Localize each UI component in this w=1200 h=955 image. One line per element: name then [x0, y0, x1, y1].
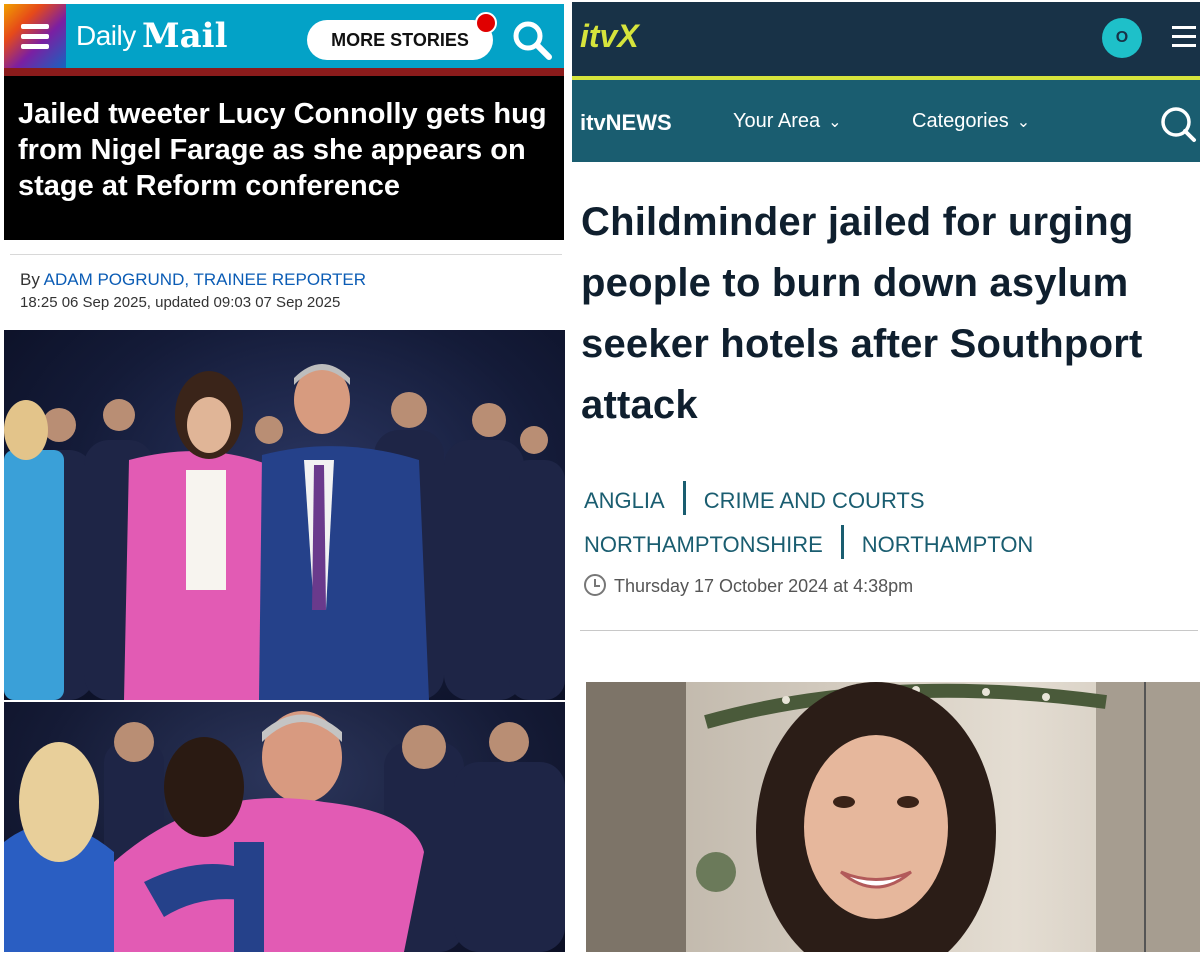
article-headline: Childminder jailed for urging people to … — [581, 200, 1143, 427]
stage-photo-illustration — [4, 364, 565, 700]
byline: By ADAM POGRUND, TRAINEE REPORTER — [20, 270, 366, 290]
menu-line — [1172, 44, 1196, 47]
article-photo-stage[interactable] — [4, 330, 565, 700]
nav-your-area[interactable]: Your Area ⌄ — [733, 110, 842, 133]
timestamp-text: Thursday 17 October 2024 at 4:38pm — [614, 576, 914, 596]
article-timestamp: Thursday 17 October 2024 at 4:38pm — [584, 574, 914, 598]
tag-northamptonshire[interactable]: NORTHAMPTONSHIRE — [584, 532, 823, 557]
chevron-down-icon: ⌄ — [828, 114, 842, 131]
more-stories-button[interactable]: MORE STORIES — [307, 20, 493, 60]
search-icon[interactable] — [1158, 104, 1198, 144]
daily-mail-logo-mail[interactable]: Mail — [142, 16, 228, 56]
itv-news-logo[interactable]: itvNEWS — [580, 110, 672, 136]
hamburger-menu-icon[interactable] — [1172, 24, 1196, 48]
menu-button[interactable] — [4, 4, 66, 68]
menu-line — [1172, 26, 1196, 29]
photo-frame-edge — [1144, 682, 1146, 952]
portrait-photo-illustration — [586, 682, 1200, 952]
notification-dot — [475, 12, 497, 34]
divider — [10, 254, 562, 255]
article-headline: Jailed tweeter Lucy Connolly gets hug fr… — [18, 98, 547, 202]
menu-line — [1172, 35, 1196, 38]
daily-mail-panel: Daily Mail MORE STORIES Jailed tweeter L… — [0, 0, 568, 955]
tags-row: NORTHAMPTONSHIRE NORTHAMPTON — [584, 525, 1034, 560]
header-image-strip — [4, 68, 564, 76]
search-icon[interactable] — [510, 18, 554, 62]
menu-icon-line — [21, 44, 49, 49]
byline-prefix: By — [20, 270, 44, 289]
nav-your-area-label: Your Area — [733, 110, 821, 132]
itvx-top-bar: itvX O — [572, 2, 1200, 76]
itvx-logo[interactable]: itvX — [580, 18, 639, 55]
author-link[interactable]: ADAM POGRUND, TRAINEE REPORTER — [44, 270, 366, 289]
divider — [580, 630, 1198, 631]
daily-mail-logo[interactable]: Daily — [76, 20, 136, 52]
clock-icon — [584, 574, 606, 597]
menu-icon — [21, 24, 49, 29]
chevron-down-icon: ⌄ — [1016, 114, 1031, 131]
tag-crime-and-courts[interactable]: CRIME AND COURTS — [704, 488, 925, 513]
itv-panel: itvX O itvNEWS Your Area ⌄ Categories ⌄ Ch… — [572, 0, 1200, 955]
nav-categories[interactable]: Categories ⌄ — [912, 110, 1030, 133]
tags-row: ANGLIA CRIME AND COURTS — [584, 481, 925, 516]
tag-northampton[interactable]: NORTHAMPTON — [862, 532, 1034, 557]
hug-photo-illustration — [4, 711, 565, 952]
article-photo-hug[interactable] — [4, 702, 565, 952]
article-photo-portrait[interactable] — [586, 682, 1200, 952]
itv-news-nav: itvNEWS Your Area ⌄ Categories ⌄ — [572, 80, 1200, 162]
nav-categories-label: Categories — [912, 110, 1009, 132]
menu-icon-line — [21, 34, 49, 39]
user-avatar[interactable]: O — [1102, 18, 1142, 58]
tag-divider — [682, 481, 686, 516]
tag-anglia[interactable]: ANGLIA — [584, 488, 665, 513]
article-date: 18:25 06 Sep 2025, updated 09:03 07 Sep … — [20, 294, 341, 311]
tag-divider — [840, 525, 844, 560]
headline-banner: Jailed tweeter Lucy Connolly gets hug fr… — [4, 76, 564, 240]
